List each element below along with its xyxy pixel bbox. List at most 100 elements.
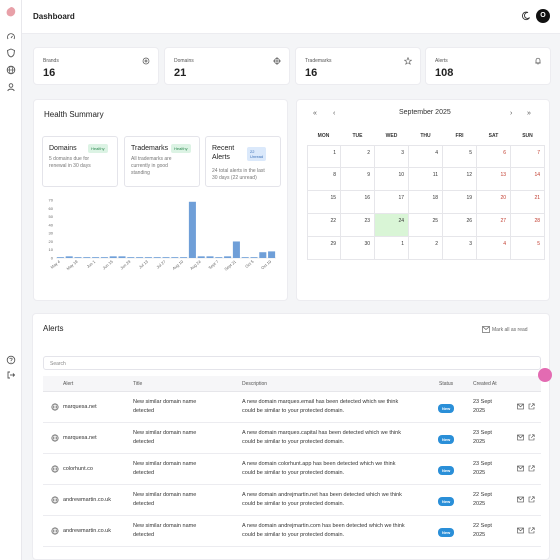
- chart-bar[interactable]: [188, 201, 196, 258]
- logout-icon[interactable]: [6, 370, 16, 380]
- chart-bar[interactable]: [162, 257, 170, 258]
- gauge-icon[interactable]: [6, 32, 16, 42]
- calendar-day[interactable]: 1: [307, 145, 341, 168]
- table-row[interactable]: marquesa.net New similar domain name detec…: [43, 392, 541, 423]
- mail-icon[interactable]: [517, 496, 524, 503]
- calendar-day[interactable]: 8: [307, 168, 341, 191]
- chart-bar[interactable]: [92, 257, 100, 258]
- column-header[interactable]: Title: [133, 381, 142, 387]
- calendar-day[interactable]: 7: [511, 145, 545, 168]
- external-link-icon[interactable]: [528, 434, 535, 441]
- dark-mode-toggle-icon[interactable]: [521, 11, 531, 21]
- table-row[interactable]: colorhunt.co New similar domain name detec…: [43, 454, 541, 485]
- external-link-icon[interactable]: [528, 465, 535, 472]
- calendar-day[interactable]: 25: [409, 214, 443, 237]
- calendar-day[interactable]: 20: [477, 191, 511, 214]
- chart-bar[interactable]: [224, 256, 232, 258]
- calendar-day[interactable]: 2: [409, 237, 443, 260]
- avatar[interactable]: O: [536, 9, 550, 23]
- calendar-day[interactable]: 17: [375, 191, 409, 214]
- calendar-day[interactable]: 6: [477, 145, 511, 168]
- calendar-day[interactable]: 15: [307, 191, 341, 214]
- stat-card-domains[interactable]: Domains 21: [164, 47, 290, 85]
- chart-bar[interactable]: [153, 257, 161, 258]
- calendar-day[interactable]: 30: [341, 237, 375, 260]
- calendar-day[interactable]: 4: [409, 145, 443, 168]
- help-icon[interactable]: [6, 355, 16, 365]
- chart-bar[interactable]: [250, 257, 258, 258]
- table-row[interactable]: marquesa.net New similar domain name detec…: [43, 423, 541, 454]
- user-icon[interactable]: [6, 82, 16, 92]
- calendar-day[interactable]: 11: [409, 168, 443, 191]
- calendar-day[interactable]: 19: [443, 191, 477, 214]
- table-row[interactable]: andrewmartin.co.uk New similar domain nam…: [43, 516, 541, 547]
- calendar-day[interactable]: 16: [341, 191, 375, 214]
- calendar-day[interactable]: 1: [375, 237, 409, 260]
- calendar-next-button[interactable]: ›: [510, 110, 512, 117]
- logo-icon[interactable]: [5, 6, 17, 18]
- floating-action-button[interactable]: [538, 368, 552, 382]
- mail-icon[interactable]: [517, 465, 524, 472]
- chart-bar[interactable]: [65, 256, 73, 258]
- stat-card-alerts[interactable]: Alerts 108: [425, 47, 551, 85]
- health-card-domains[interactable]: Domains Healthy 5 domains due for renewa…: [42, 136, 118, 187]
- chart-bar[interactable]: [83, 257, 91, 258]
- calendar-day[interactable]: 4: [477, 237, 511, 260]
- chart-bar[interactable]: [180, 257, 188, 258]
- chart-bar[interactable]: [268, 251, 276, 258]
- chart-bar[interactable]: [118, 256, 126, 258]
- external-link-icon[interactable]: [528, 496, 535, 503]
- calendar-day[interactable]: 5: [511, 237, 545, 260]
- chart-bar[interactable]: [74, 257, 82, 258]
- column-header[interactable]: Alert: [63, 381, 73, 387]
- calendar-day[interactable]: 27: [477, 214, 511, 237]
- chart-bar[interactable]: [197, 256, 205, 258]
- calendar-day[interactable]: 3: [443, 237, 477, 260]
- calendar-day[interactable]: 9: [341, 168, 375, 191]
- calendar-last-button[interactable]: »: [527, 110, 531, 117]
- health-card-trademarks[interactable]: Trademarks Healthy All trademarks are cu…: [124, 136, 200, 187]
- chart-bar[interactable]: [232, 241, 240, 258]
- calendar-day[interactable]: 29: [307, 237, 341, 260]
- calendar-day[interactable]: 26: [443, 214, 477, 237]
- chart-bar[interactable]: [56, 257, 64, 258]
- mail-icon[interactable]: [517, 527, 524, 534]
- mail-icon[interactable]: [482, 326, 490, 333]
- chart-bar[interactable]: [127, 257, 135, 258]
- chart-bar[interactable]: [206, 256, 214, 258]
- mark-all-read-button[interactable]: Mark all as read: [492, 327, 528, 333]
- chart-bar[interactable]: [100, 257, 108, 258]
- stat-card-brands[interactable]: Brands 16: [33, 47, 159, 85]
- chart-bar[interactable]: [259, 252, 267, 258]
- calendar-day[interactable]: 10: [375, 168, 409, 191]
- chart-bar[interactable]: [171, 257, 179, 258]
- globe-icon[interactable]: [6, 65, 16, 75]
- chart-bar[interactable]: [109, 256, 117, 258]
- chart-bar[interactable]: [136, 257, 144, 258]
- health-card-recent-alerts[interactable]: Recent Alerts 22 Unread 24 total alerts …: [205, 136, 281, 187]
- stat-card-trademarks[interactable]: Trademarks 16: [295, 47, 421, 85]
- calendar-day[interactable]: 13: [477, 168, 511, 191]
- calendar-day[interactable]: 3: [375, 145, 409, 168]
- chart-bar[interactable]: [215, 257, 223, 258]
- calendar-day[interactable]: 28: [511, 214, 545, 237]
- calendar-day[interactable]: 22: [307, 214, 341, 237]
- table-row[interactable]: andrewmartin.co.uk New similar domain nam…: [43, 485, 541, 516]
- calendar-day[interactable]: 5: [443, 145, 477, 168]
- calendar-first-button[interactable]: «: [313, 110, 317, 117]
- column-header[interactable]: Status: [439, 381, 453, 387]
- calendar-day[interactable]: 14: [511, 168, 545, 191]
- column-header[interactable]: Created At: [473, 381, 497, 387]
- calendar-day[interactable]: 2: [341, 145, 375, 168]
- calendar-prev-button[interactable]: ‹: [333, 110, 335, 117]
- search-input[interactable]: Search: [43, 356, 541, 370]
- calendar-day[interactable]: 23: [341, 214, 375, 237]
- external-link-icon[interactable]: [528, 527, 535, 534]
- calendar-day[interactable]: 18: [409, 191, 443, 214]
- external-link-icon[interactable]: [528, 403, 535, 410]
- chart-bar[interactable]: [241, 257, 249, 258]
- chart-bar[interactable]: [144, 257, 152, 258]
- column-header[interactable]: Description: [242, 381, 267, 387]
- calendar-day[interactable]: 12: [443, 168, 477, 191]
- mail-icon[interactable]: [517, 434, 524, 441]
